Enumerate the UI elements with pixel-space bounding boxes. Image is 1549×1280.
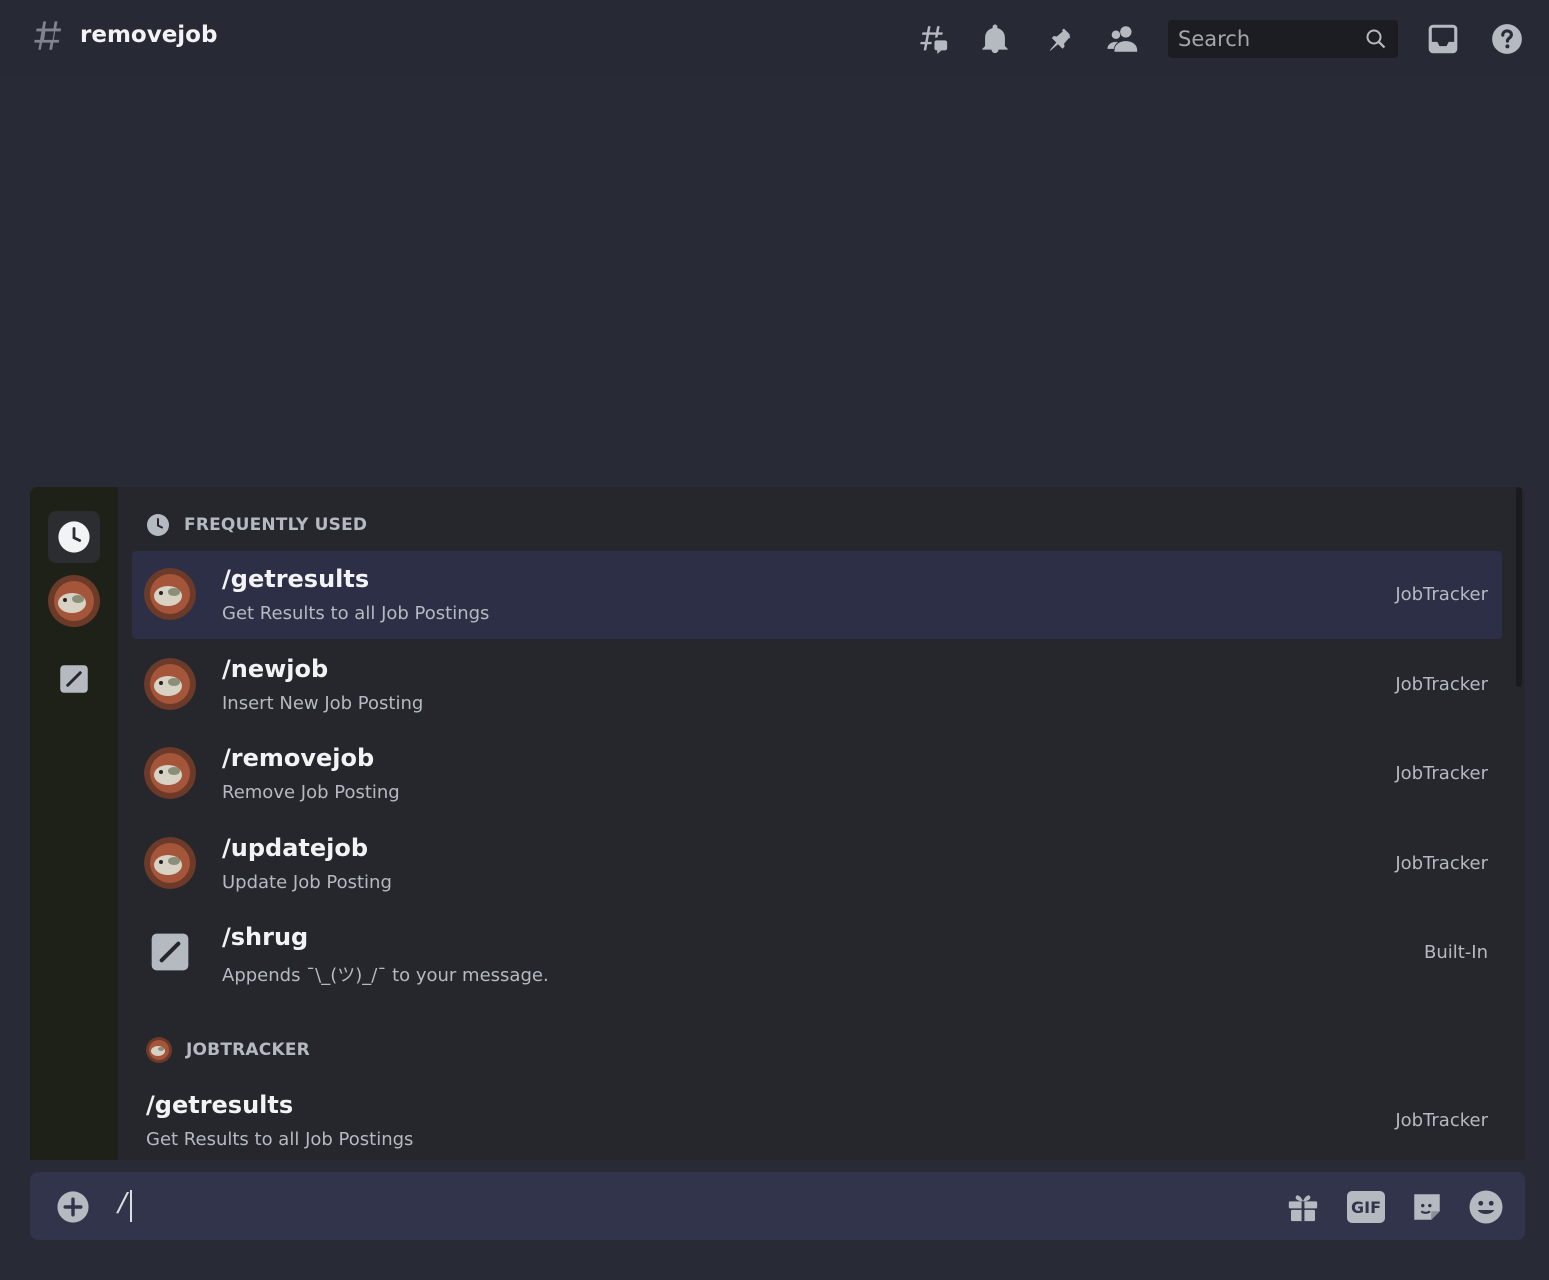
clock-icon: [58, 521, 90, 553]
scrollbar[interactable]: [1516, 487, 1522, 687]
hashtag-icon: [30, 20, 66, 56]
jobtracker-avatar: [144, 837, 196, 889]
message-input[interactable]: /: [118, 1188, 127, 1218]
command-source: JobTracker: [1395, 853, 1488, 874]
search-icon: [1366, 29, 1386, 49]
command-description: Insert New Job Posting: [222, 693, 424, 714]
slash-command-icon: [144, 926, 196, 978]
gift-icon[interactable]: [1284, 1188, 1322, 1226]
command-option[interactable]: /getresults Get Results to all Job Posti…: [146, 1077, 1502, 1160]
command-source: JobTracker: [1395, 584, 1488, 605]
rail-built-in[interactable]: [48, 653, 100, 705]
command-name: /getresults: [146, 1091, 294, 1119]
clock-icon: [147, 514, 169, 536]
search-input[interactable]: [1178, 27, 1358, 51]
command-name: /removejob: [222, 744, 375, 772]
members-icon[interactable]: [1104, 20, 1142, 58]
jobtracker-avatar: [144, 658, 196, 710]
command-name: /updatejob: [222, 834, 369, 862]
section-frequently-used: FREQUENTLY USED: [146, 513, 367, 537]
sticker-icon[interactable]: [1408, 1188, 1446, 1226]
command-source: JobTracker: [1395, 674, 1488, 695]
gif-button[interactable]: GIF: [1347, 1188, 1385, 1226]
add-attachment-icon[interactable]: [56, 1190, 90, 1224]
section-jobtracker: JOBTRACKER: [146, 1037, 310, 1063]
command-category-rail: [30, 487, 118, 1160]
command-description: Appends ¯\_(ツ)_/¯ to your message.: [222, 965, 549, 986]
jobtracker-avatar: [48, 575, 100, 627]
command-source: JobTracker: [1395, 1110, 1488, 1131]
help-icon[interactable]: [1488, 20, 1526, 58]
inbox-icon[interactable]: [1424, 20, 1462, 58]
command-description: Get Results to all Job Postings: [146, 1129, 414, 1150]
channel-header: removejob: [0, 0, 1549, 78]
section-title: FREQUENTLY USED: [184, 515, 368, 535]
command-source: Built-In: [1423, 942, 1488, 963]
text-caret: [130, 1190, 132, 1222]
command-description: Get Results to all Job Postings: [222, 603, 490, 624]
command-description: Update Job Posting: [222, 872, 392, 893]
command-autocomplete: FREQUENTLY USED /getresults Get Results …: [30, 487, 1525, 1160]
command-option[interactable]: /updatejob Update Job Posting JobTracker: [132, 820, 1502, 908]
gif-label: GIF: [1347, 1191, 1385, 1223]
command-description: Remove Job Posting: [222, 782, 400, 803]
command-option[interactable]: /removejob Remove Job Posting JobTracker: [132, 730, 1502, 818]
threads-icon[interactable]: [914, 20, 952, 58]
command-source: JobTracker: [1395, 763, 1488, 784]
command-option[interactable]: /shrug Appends ¯\_(ツ)_/¯ to your message…: [132, 909, 1502, 997]
message-composer: / GIF: [30, 1172, 1525, 1240]
section-title: JOBTRACKER: [186, 1040, 310, 1060]
command-name: /shrug: [222, 923, 309, 951]
command-option[interactable]: /getresults Get Results to all Job Posti…: [132, 551, 1502, 639]
jobtracker-avatar: [144, 568, 196, 620]
command-option[interactable]: /newjob Insert New Job Posting JobTracke…: [132, 641, 1502, 729]
pin-icon[interactable]: [1040, 20, 1078, 58]
jobtracker-avatar: [146, 1037, 172, 1063]
command-list: FREQUENTLY USED /getresults Get Results …: [118, 487, 1518, 1160]
channel-name: removejob: [80, 22, 218, 48]
command-name: /getresults: [222, 565, 370, 593]
jobtracker-avatar: [144, 747, 196, 799]
bell-icon[interactable]: [976, 20, 1014, 58]
rail-jobtracker[interactable]: [48, 575, 100, 627]
slash-command-icon: [60, 665, 88, 693]
rail-frequently-used[interactable]: [48, 511, 100, 563]
search-box[interactable]: [1168, 20, 1398, 58]
emoji-icon[interactable]: [1467, 1188, 1505, 1226]
command-name: /newjob: [222, 655, 329, 683]
